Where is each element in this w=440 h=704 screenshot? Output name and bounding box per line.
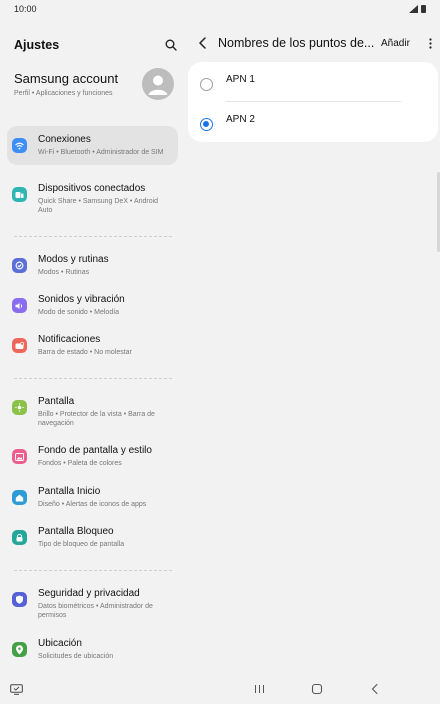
home-button-icon[interactable] xyxy=(311,682,323,696)
settings-item-sub: Diseño • Alertas de iconos de apps xyxy=(38,501,147,508)
samsung-account-row[interactable]: Samsung account Perfil • Aplicaciones y … xyxy=(14,65,174,103)
apn-page-title: Nombres de los puntos de... xyxy=(218,36,375,50)
apn-radio-button[interactable] xyxy=(200,118,213,131)
back-arrow-icon[interactable] xyxy=(190,32,216,54)
apn-header: Nombres de los puntos de... Añadir xyxy=(186,32,440,54)
settings-item-connections[interactable]: Conexiones Wi-Fi • Bluetooth • Administr… xyxy=(7,126,178,165)
status-icons xyxy=(409,5,426,13)
apn-list-card: APN 1 APN 2 xyxy=(188,62,438,142)
back-button-icon[interactable] xyxy=(370,682,380,696)
settings-item-location[interactable]: Ubicación Solicitudes de ubicación xyxy=(7,630,178,669)
account-sub: Perfil • Aplicaciones y funciones xyxy=(14,90,113,97)
signal-icon xyxy=(409,5,418,13)
settings-item-label: Pantalla Inicio xyxy=(38,486,101,497)
status-time: 10:00 xyxy=(14,4,37,14)
divider xyxy=(14,378,172,379)
settings-item-label: Modos y rutinas xyxy=(38,254,109,265)
wallpaper-icon xyxy=(12,449,27,464)
settings-item-label: Sonidos y vibración xyxy=(38,294,125,305)
wifi-icon xyxy=(12,138,27,153)
divider xyxy=(14,570,172,571)
sound-icon xyxy=(12,298,27,313)
settings-item-sub: Solicitudes de ubicación xyxy=(38,653,114,660)
settings-item-label: Conexiones xyxy=(38,134,91,145)
settings-item-sounds[interactable]: Sonidos y vibración Modo de sonido • Mel… xyxy=(7,286,178,325)
more-options-icon[interactable] xyxy=(424,32,438,54)
devices-icon xyxy=(12,187,27,202)
home-icon xyxy=(12,490,27,505)
settings-item-lock-screen[interactable]: Pantalla Bloqueo Tipo de bloqueo de pant… xyxy=(7,518,178,557)
apn-row[interactable]: APN 1 xyxy=(188,62,438,102)
lock-icon xyxy=(12,530,27,545)
status-bar: 10:00 xyxy=(0,0,440,18)
settings-item-label: Ubicación xyxy=(38,638,82,649)
settings-item-notifications[interactable]: Notificaciones Barra de estado • No mole… xyxy=(7,326,178,365)
search-icon[interactable] xyxy=(164,38,178,52)
page-title: Ajustes xyxy=(14,38,60,52)
settings-item-sub: Wi-Fi • Bluetooth • Administrador de SIM xyxy=(38,149,164,156)
settings-list-pane: Ajustes Samsung account Perfil • Aplicac… xyxy=(0,18,186,674)
settings-item-home-screen[interactable]: Pantalla Inicio Diseño • Alertas de icon… xyxy=(7,478,178,517)
settings-item-sub: Tipo de bloqueo de pantalla xyxy=(38,541,125,548)
settings-item-label: Dispositivos conectados xyxy=(38,183,146,194)
settings-item-sub: Datos biométricos • Administrador de per… xyxy=(38,603,153,619)
keyboard-toggle-icon[interactable] xyxy=(10,682,23,696)
apn-label: APN 1 xyxy=(226,73,255,85)
settings-item-label: Notificaciones xyxy=(38,334,101,345)
divider xyxy=(14,236,172,237)
settings-item-sub: Modo de sonido • Melodía xyxy=(38,309,120,316)
notifications-icon xyxy=(12,338,27,353)
settings-item-label: Pantalla xyxy=(38,396,75,407)
settings-item-security[interactable]: Seguridad y privacidad Datos biométricos… xyxy=(7,580,178,628)
settings-header: Ajustes xyxy=(14,35,178,55)
apn-row[interactable]: APN 2 xyxy=(188,102,438,142)
settings-item-sub: Quick Share • Samsung DeX • Android Auto xyxy=(38,198,159,214)
settings-item-sub: Modos • Rutinas xyxy=(38,269,90,276)
settings-item-label: Pantalla Bloqueo xyxy=(38,526,114,537)
avatar xyxy=(142,68,174,100)
location-icon xyxy=(12,642,27,657)
settings-item-modes[interactable]: Modos y rutinas Modos • Rutinas xyxy=(7,246,178,285)
settings-item-label: Seguridad y privacidad xyxy=(38,588,140,599)
settings-item-label: Fondo de pantalla y estilo xyxy=(38,445,152,456)
security-icon xyxy=(12,592,27,607)
settings-item-sub: Barra de estado • No molestar xyxy=(38,349,132,356)
settings-item-connected-devices[interactable]: Dispositivos conectados Quick Share • Sa… xyxy=(7,175,178,223)
modes-icon xyxy=(12,258,27,273)
add-button[interactable]: Añadir xyxy=(381,38,410,49)
apn-label: APN 2 xyxy=(226,113,255,125)
battery-icon xyxy=(421,5,426,13)
navigation-bar xyxy=(0,674,440,704)
apn-pane: Nombres de los puntos de... Añadir APN 1… xyxy=(186,18,440,674)
recent-apps-icon[interactable] xyxy=(254,682,265,696)
settings-item-sub: Brillo • Protector de la vista • Barra d… xyxy=(38,411,155,427)
settings-item-wallpaper[interactable]: Fondo de pantalla y estilo Fondos • Pale… xyxy=(7,437,178,476)
display-icon xyxy=(12,400,27,415)
account-name: Samsung account xyxy=(14,71,119,86)
settings-item-display[interactable]: Pantalla Brillo • Protector de la vista … xyxy=(7,388,178,436)
apn-radio-button[interactable] xyxy=(200,78,213,91)
settings-item-sub: Fondos • Paleta de colores xyxy=(38,460,122,467)
